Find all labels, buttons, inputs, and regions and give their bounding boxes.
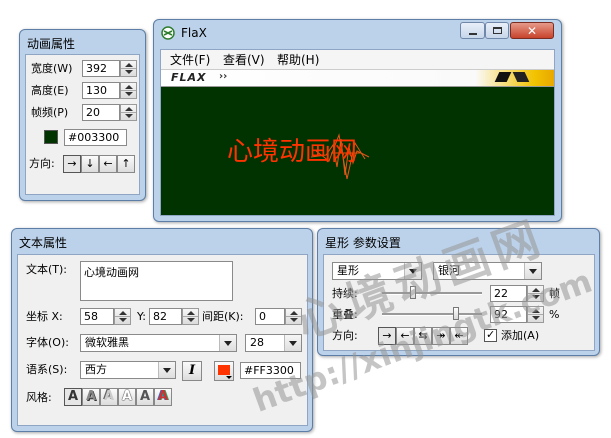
style-glow-button[interactable]: A [136,388,154,406]
close-icon: ✕ [527,24,538,38]
width-input[interactable]: 392 [82,60,120,77]
size-select[interactable]: 28 [245,334,302,352]
style-plain-button[interactable]: A [64,388,82,406]
y-spinner[interactable] [182,308,199,325]
spacing-label: 间距(K): [202,310,244,323]
text-color-swatch [218,365,230,375]
font-select-value: 微软雅黑 [85,336,129,349]
bg-color-swatch[interactable] [44,130,58,144]
text-properties-title: 文本属性 [19,236,68,250]
height-label: 高度(E) [31,84,69,97]
preview-canvas[interactable]: 心境动画网 [161,87,554,215]
font-select[interactable]: 微软雅黑 [80,334,237,352]
anim-properties-panel: 宽度(W) 392 高度(E) 130 帧频(P) 20 #003300 方向:… [25,54,140,195]
fps-spinner[interactable] [120,104,137,121]
star-params-title: 星形 参数设置 [325,236,401,250]
menu-help[interactable]: 帮助(H) [277,53,319,67]
direction-down-button[interactable]: ↓ [81,155,99,173]
fps-input[interactable]: 20 [82,104,120,121]
text-input[interactable]: 心境动画网 [80,261,233,301]
style-label: 风格: [26,391,52,404]
maximize-icon [493,27,502,34]
minimize-icon [469,33,477,35]
height-spinner[interactable] [120,82,137,99]
menu-file[interactable]: 文件(F) [170,53,210,67]
text-color-button[interactable] [214,361,234,381]
height-input[interactable]: 130 [82,82,120,99]
direction-left-button[interactable]: ← [99,155,117,173]
anim-properties-window: 动画属性 宽度(W) 392 高度(E) 130 帧频(P) 20 #00330… [19,29,146,201]
lang-dropdown-icon [158,362,175,378]
close-button[interactable]: ✕ [510,22,554,39]
style-shadow-button[interactable]: A [82,388,100,406]
italic-button[interactable]: I [182,361,202,381]
style-emboss-button[interactable]: A [100,388,118,406]
style-color-button[interactable]: A [154,388,172,406]
direction-right-button[interactable]: → [63,155,81,173]
x-spinner[interactable] [114,308,131,325]
font-label: 字体(O): [26,336,69,349]
lang-select[interactable]: 西方 [80,361,176,379]
size-dropdown-icon [284,335,301,351]
width-label: 宽度(W) [31,62,73,75]
coord-x-label: 坐标 X: [26,310,63,323]
flax-logo: FLAX [171,71,207,84]
direction-up-button[interactable]: ↑ [117,155,135,173]
font-dropdown-icon [219,335,236,351]
size-select-value: 28 [250,336,264,349]
menu-view[interactable]: 查看(V) [223,53,265,67]
logo-shape-icon [494,72,512,82]
anim-properties-title: 动画属性 [27,37,76,51]
fps-label: 帧频(P) [31,106,69,119]
spacing-input[interactable]: 0 [255,308,285,325]
direction-label: 方向: [29,157,55,170]
lang-label: 语系(S): [26,363,68,376]
text-label: 文本(T): [26,263,68,276]
style-outline-button[interactable]: A [118,388,136,406]
y-label: Y: [137,310,146,323]
x-input[interactable]: 58 [80,308,114,325]
flax-client-area: 文件(F) 查看(V) 帮助(H) FLAX ›› 心境动画网 [160,49,555,216]
star-effect-icon [310,133,370,180]
flax-app-icon [161,26,175,40]
lang-select-value: 西方 [85,363,107,376]
minimize-button[interactable] [460,22,485,39]
add-label: 添加(A) [501,329,540,342]
flax-window: FlaX ✕ 文件(F) 查看(V) 帮助(H) FLAX ›› 心境动画网 [153,19,562,222]
logo-arrows-icon: ›› [219,71,228,82]
menu-bar: 文件(F) 查看(V) 帮助(H) [161,50,554,69]
maximize-button[interactable] [485,22,509,39]
logo-shape2-icon [512,72,530,82]
color-dropdown-icon [226,376,232,379]
width-spinner[interactable] [120,60,137,77]
bg-color-input[interactable]: #003300 [64,129,127,146]
preview-text: 心境动画网 [227,137,358,167]
y-input[interactable]: 82 [149,308,182,325]
logo-bar: FLAX ›› [161,69,554,87]
flax-window-title: FlaX [181,26,207,40]
